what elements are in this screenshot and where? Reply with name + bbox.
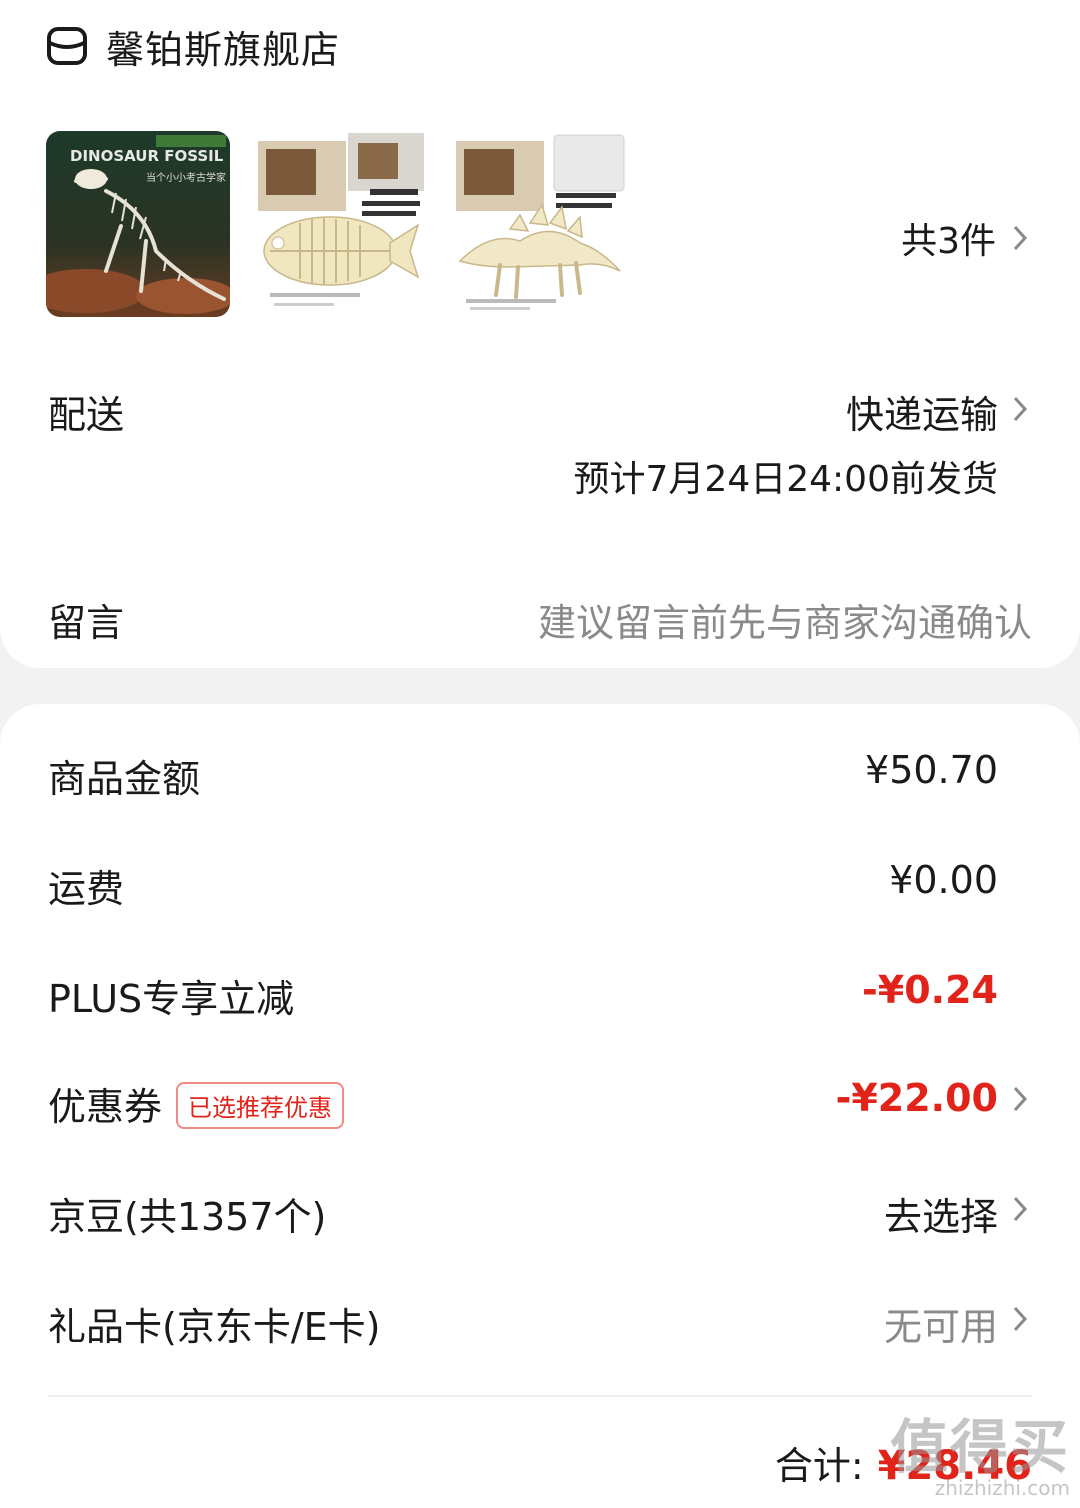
product-thumbnail-3[interactable] — [450, 131, 634, 317]
message-label: 留言 — [48, 601, 125, 645]
divider — [48, 1395, 1032, 1397]
coupon-row-label: 优惠券 已选推荐优惠 — [48, 1076, 345, 1133]
thumb-subtitle-text: 当个小小考古学家 — [146, 171, 226, 184]
giftcard-value[interactable]: 无可用 — [884, 1296, 998, 1351]
product-thumbnail-2[interactable] — [250, 131, 434, 317]
jingdou-label: 京豆(共1357个) — [48, 1195, 327, 1239]
chevron-right-icon[interactable] — [1010, 1082, 1032, 1116]
delivery-estimate: 预计7月24日24:00前发货 — [573, 459, 998, 500]
delivery-label: 配送 — [48, 393, 125, 437]
store-icon — [47, 27, 87, 65]
chevron-right-icon[interactable] — [1010, 392, 1032, 426]
chevron-right-icon[interactable] — [1010, 1192, 1032, 1226]
jingdou-select[interactable]: 去选择 — [884, 1186, 998, 1241]
goods-amount-value: ¥50.70 — [865, 748, 998, 792]
plus-discount-label: PLUS专享立减 — [48, 977, 295, 1021]
thumb-title-text: DINOSAUR FOSSIL — [70, 147, 224, 165]
coupon-value[interactable]: -¥22.00 — [836, 1076, 998, 1120]
delivery-method[interactable]: 快递运输 — [846, 384, 998, 439]
total-label: 合计: — [774, 1444, 864, 1488]
shop-name: 馨铂斯旗舰店 — [106, 27, 341, 72]
goods-amount-label: 商品金额 — [48, 757, 201, 801]
coupon-badge: 已选推荐优惠 — [176, 1082, 345, 1129]
watermark: 值得买 zhizhizhi.com — [890, 1418, 1070, 1500]
order-items-card: 馨铂斯旗舰店 DINOSAUR FOSSIL 当个小小考古学家 共3件 配送 快… — [0, 0, 1080, 668]
plus-discount-value: -¥0.24 — [862, 968, 998, 1012]
shipping-fee-label: 运费 — [48, 867, 125, 911]
coupon-label: 优惠券 — [48, 1085, 163, 1129]
item-count-link[interactable]: 共3件 — [901, 210, 1032, 266]
message-input[interactable]: 建议留言前先与商家沟通确认 — [538, 592, 1032, 647]
shop-header[interactable]: 馨铂斯旗舰店 — [46, 18, 340, 74]
product-thumbnail-1[interactable]: DINOSAUR FOSSIL 当个小小考古学家 — [46, 131, 230, 317]
shipping-fee-value: ¥0.00 — [889, 858, 998, 902]
chevron-right-icon — [1013, 225, 1028, 251]
chevron-right-icon[interactable] — [1010, 1302, 1032, 1336]
item-count-text: 共3件 — [901, 221, 996, 262]
watermark-logo: 值得买 — [889, 1413, 1070, 1481]
giftcard-label: 礼品卡(京东卡/E卡) — [48, 1305, 381, 1349]
